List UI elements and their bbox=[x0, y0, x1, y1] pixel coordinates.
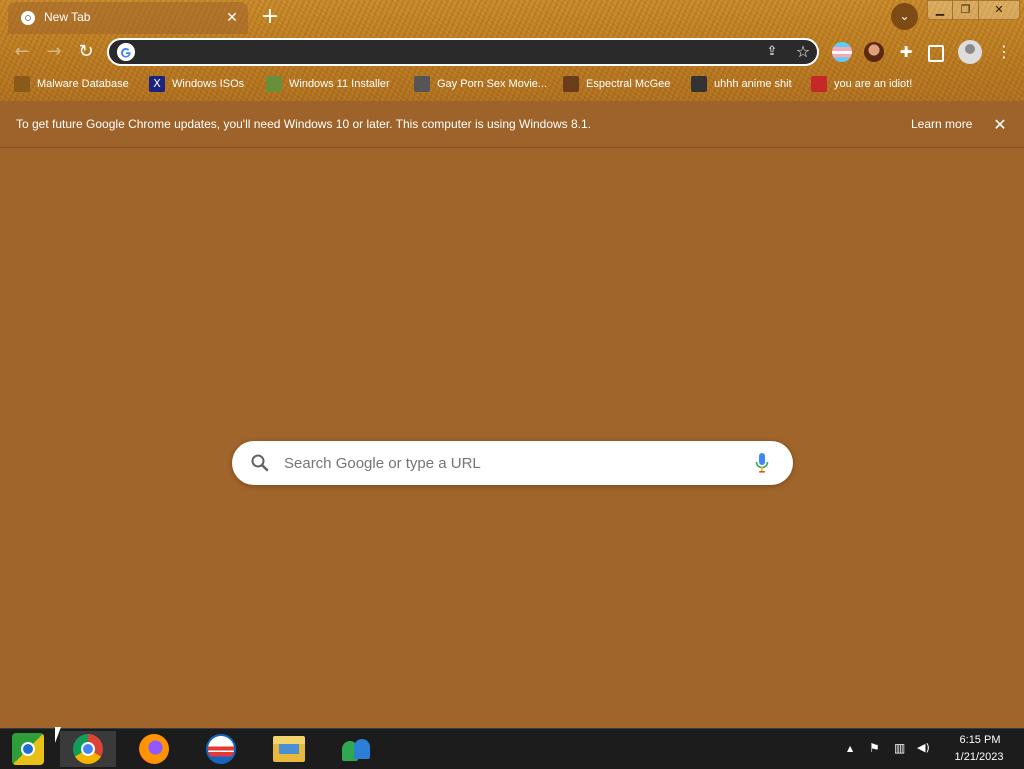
extensions-puzzle-icon[interactable]: ✚ bbox=[896, 42, 916, 62]
browser-frame: New Tab ✕ + ⌄ ▁ ❐ ✕ ← → ↻ ⇪ ☆ ✚ ⋮ Malwar… bbox=[0, 0, 1024, 101]
avatar-extension-icon[interactable] bbox=[864, 42, 884, 62]
search-placeholder: Search Google or type a URL bbox=[284, 455, 481, 472]
search-icon bbox=[251, 454, 269, 472]
search-input[interactable]: Search Google or type a URL bbox=[232, 441, 793, 485]
start-button[interactable] bbox=[0, 731, 56, 767]
maximize-button[interactable]: ❐ bbox=[952, 0, 979, 20]
tab-search-chevron-icon[interactable]: ⌄ bbox=[891, 3, 918, 30]
obama-logo-icon bbox=[206, 734, 236, 764]
bookmark-malware-database[interactable]: Malware Database bbox=[14, 73, 129, 95]
taskbar-firefox[interactable] bbox=[126, 731, 182, 767]
clock-time[interactable]: 6:15 PM bbox=[954, 734, 1006, 746]
taskbar-msn-messenger[interactable] bbox=[328, 731, 384, 767]
side-panel-icon[interactable] bbox=[928, 45, 944, 62]
chrome-favicon-icon bbox=[21, 11, 35, 25]
address-bar[interactable]: ⇪ ☆ bbox=[107, 38, 819, 66]
clock-date[interactable]: 1/21/2023 bbox=[946, 751, 1012, 763]
volume-icon[interactable]: ◀) bbox=[917, 741, 930, 754]
learn-more-link[interactable]: Learn more bbox=[911, 117, 972, 131]
google-icon bbox=[117, 43, 135, 61]
menu-kebab-icon[interactable]: ⋮ bbox=[994, 42, 1014, 62]
share-icon[interactable]: ⇪ bbox=[763, 43, 781, 61]
reload-button[interactable]: ↻ bbox=[74, 40, 98, 64]
bookmark-windows-isos[interactable]: X Windows ISOs bbox=[149, 73, 244, 95]
taskbar-chrome[interactable] bbox=[60, 731, 116, 767]
new-tab-page: Search Google or type a URL bbox=[0, 148, 1024, 728]
infobar-close-icon[interactable]: ✕ bbox=[990, 115, 1010, 135]
infobar-message: To get future Google Chrome updates, you… bbox=[16, 117, 592, 131]
file-explorer-icon bbox=[273, 736, 305, 762]
bookmark-windows-11-installer[interactable]: Windows 11 Installer bbox=[266, 73, 390, 95]
tab-title: New Tab bbox=[44, 10, 91, 24]
bookmarks-bar: Malware Database X Windows ISOs Windows … bbox=[0, 73, 1024, 95]
profile-avatar-icon[interactable] bbox=[958, 40, 982, 64]
windows-taskbar: ▲ ⚑ ▥ ◀) 6:15 PM 1/21/2023 bbox=[0, 728, 1024, 769]
trans-flag-extension-icon[interactable] bbox=[832, 42, 852, 62]
page-icon bbox=[414, 76, 430, 92]
firefox-icon bbox=[139, 734, 169, 764]
bookmark-espectral-mcgee[interactable]: Espectral McGee bbox=[563, 73, 670, 95]
tray-overflow-chevron-icon[interactable]: ▲ bbox=[847, 744, 853, 753]
bookmark-you-are-an-idiot[interactable]: you are an idiot! bbox=[811, 73, 912, 95]
new-tab-button[interactable]: + bbox=[258, 6, 282, 30]
tab-new-tab[interactable]: New Tab ✕ bbox=[8, 2, 248, 34]
tab-close-icon[interactable]: ✕ bbox=[222, 8, 242, 28]
installer-icon bbox=[266, 76, 282, 92]
update-infobar: To get future Google Chrome updates, you… bbox=[0, 101, 1024, 148]
taskbar-obama[interactable] bbox=[193, 731, 249, 767]
microphone-icon[interactable] bbox=[754, 452, 770, 474]
x-icon: X bbox=[149, 76, 165, 92]
bookmark-gay-porn-sex-movie[interactable]: Gay Porn Sex Movie... bbox=[414, 73, 547, 95]
taskbar-file-explorer[interactable] bbox=[261, 731, 317, 767]
character-icon bbox=[563, 76, 579, 92]
malware-database-icon bbox=[14, 76, 30, 92]
minimize-button[interactable]: ▁ bbox=[927, 0, 953, 20]
bookmark-uhhh-anime-shit[interactable]: uhhh anime shit bbox=[691, 73, 792, 95]
forward-button[interactable]: → bbox=[42, 40, 66, 64]
network-icon[interactable]: ▥ bbox=[894, 741, 905, 755]
action-center-flag-icon[interactable]: ⚑ bbox=[869, 741, 880, 755]
msn-messenger-icon bbox=[340, 735, 372, 763]
mouse-cursor-icon bbox=[55, 727, 61, 743]
anime-icon bbox=[691, 76, 707, 92]
bookmark-star-icon[interactable]: ☆ bbox=[793, 42, 813, 62]
close-window-button[interactable]: ✕ bbox=[978, 0, 1020, 20]
flag-icon bbox=[811, 76, 827, 92]
back-button[interactable]: ← bbox=[10, 40, 34, 64]
start-orb-icon bbox=[12, 733, 44, 765]
chrome-icon bbox=[73, 734, 103, 764]
